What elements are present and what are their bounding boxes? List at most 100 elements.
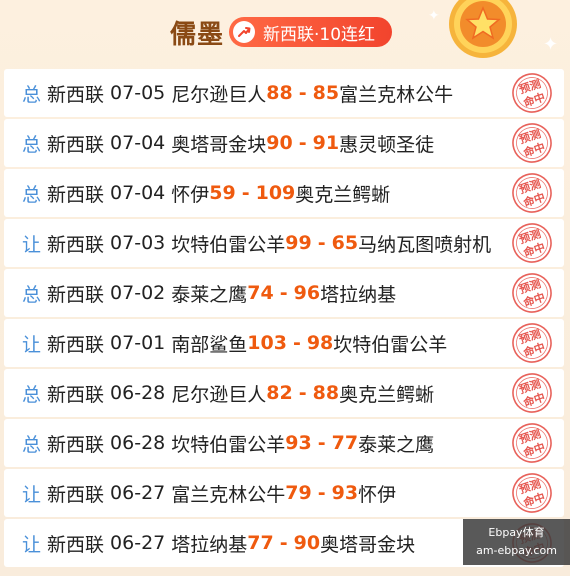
home-score: 82: [266, 382, 293, 404]
away-score: 93: [331, 482, 359, 504]
bet-type-tag: 总: [22, 383, 42, 406]
match-date: 07-04: [110, 132, 166, 154]
record-row[interactable]: 总新西联 06-28 坎特伯雷公羊 93-77 泰莱之鹰 预测 命中: [4, 419, 564, 467]
league-name: 新西联: [47, 333, 105, 356]
match-date: 07-04: [110, 182, 166, 204]
home-team: 尼尔逊巨人: [171, 383, 267, 406]
watermark-line1: Ebpay体育: [488, 526, 545, 539]
away-team: 惠灵顿圣徒: [339, 133, 435, 156]
record-row[interactable]: 总新西联 07-02 泰莱之鹰 74-96 塔拉纳基 预测 命中: [4, 269, 564, 317]
record-row[interactable]: 总新西联 07-04 怀伊 59-109 奥克兰鳄蜥 预测 命中: [4, 169, 564, 217]
home-score: 79: [285, 482, 312, 504]
record-text: 让新西联 07-01 南部鲨鱼 103-98 坎特伯雷公羊: [4, 330, 447, 357]
record-row[interactable]: 总新西联 07-05 尼尔逊巨人 88-85 富兰克林公牛 预测 命中: [4, 69, 564, 117]
score-separator: -: [298, 132, 307, 154]
score-separator: -: [317, 232, 326, 254]
sparkle-icon: ✦: [543, 34, 559, 55]
away-team: 马纳瓦图喷射机: [358, 233, 492, 256]
record-text: 让新西联 07-03 坎特伯雷公羊 99-65 马纳瓦图喷射机: [4, 230, 491, 257]
trending-up-icon: [233, 21, 255, 43]
bet-type-tag: 总: [22, 183, 42, 206]
away-score: 65: [331, 232, 359, 254]
league-name: 新西联: [47, 133, 105, 156]
bet-type-tag: 总: [22, 83, 42, 106]
score-separator: -: [298, 382, 307, 404]
home-team: 坎特伯雷公羊: [171, 233, 286, 256]
hit-stamp-icon: 预测命中: [512, 423, 552, 463]
streak-badge[interactable]: 新西联·10连红: [229, 17, 392, 47]
watermark: Ebpay体育 am-ebpay.com: [463, 519, 570, 565]
record-text: 总新西联 06-28 尼尔逊巨人 82-88 奥克兰鳄蜥: [4, 380, 434, 407]
league-name: 新西联: [47, 183, 105, 206]
away-team: 富兰克林公牛: [339, 83, 454, 106]
home-score: 99: [285, 232, 312, 254]
away-score: 85: [312, 82, 340, 104]
record-text: 总新西联 07-02 泰莱之鹰 74-96 塔拉纳基: [4, 280, 396, 307]
away-team: 奥塔哥金块: [320, 533, 416, 556]
bet-type-tag: 总: [22, 133, 42, 156]
watermark-line2: am-ebpay.com: [476, 544, 557, 557]
score-separator: -: [298, 82, 307, 104]
hit-stamp-icon: 预测命中: [512, 323, 552, 363]
bet-type-tag: 让: [22, 533, 42, 556]
league-name: 新西联: [47, 383, 105, 406]
away-score: 77: [331, 432, 359, 454]
record-text: 总新西联 07-04 怀伊 59-109 奥克兰鳄蜥: [4, 180, 390, 207]
away-score: 96: [293, 282, 321, 304]
header: 儒墨 新西联·10连红 ✦ ✦: [0, 0, 570, 66]
away-team: 奥克兰鳄蜥: [295, 183, 391, 206]
home-team: 富兰克林公牛: [171, 483, 286, 506]
record-text: 总新西联 07-04 奥塔哥金块 90-91 惠灵顿圣徒: [4, 130, 434, 157]
home-score: 88: [266, 82, 293, 104]
record-row[interactable]: 让新西联 07-01 南部鲨鱼 103-98 坎特伯雷公羊 预测 命中: [4, 319, 564, 367]
away-score: 91: [312, 132, 340, 154]
home-team: 怀伊: [171, 183, 210, 206]
home-team: 奥塔哥金块: [171, 133, 267, 156]
home-score: 90: [266, 132, 293, 154]
bet-type-tag: 总: [22, 433, 42, 456]
record-row[interactable]: 总新西联 07-04 奥塔哥金块 90-91 惠灵顿圣徒 预测 命中: [4, 119, 564, 167]
record-row[interactable]: 让新西联 07-03 坎特伯雷公羊 99-65 马纳瓦图喷射机 预测 命中: [4, 219, 564, 267]
home-score: 103: [247, 332, 287, 354]
away-score: 90: [293, 532, 321, 554]
score-separator: -: [317, 482, 326, 504]
bet-type-tag: 让: [22, 333, 42, 356]
match-date: 07-02: [110, 282, 166, 304]
record-text: 让新西联 06-27 塔拉纳基 77-90 奥塔哥金块: [4, 530, 415, 557]
record-row[interactable]: 总新西联 06-28 尼尔逊巨人 82-88 奥克兰鳄蜥 预测 命中: [4, 369, 564, 417]
hit-stamp-icon: 预测命中: [512, 123, 552, 163]
bet-type-tag: 让: [22, 233, 42, 256]
score-separator: -: [241, 182, 250, 204]
league-name: 新西联: [47, 533, 105, 556]
record-row[interactable]: 让新西联 06-27 富兰克林公牛 79-93 怀伊 预测 命中: [4, 469, 564, 517]
hit-stamp-icon: 预测命中: [512, 223, 552, 263]
away-team: 奥克兰鳄蜥: [339, 383, 435, 406]
record-text: 让新西联 06-27 富兰克林公牛 79-93 怀伊: [4, 480, 396, 507]
hit-stamp-icon: 预测命中: [512, 373, 552, 413]
record-text: 总新西联 07-05 尼尔逊巨人 88-85 富兰克林公牛: [4, 80, 453, 107]
match-date: 07-05: [110, 82, 166, 104]
league-name: 新西联: [47, 433, 105, 456]
home-score: 77: [247, 532, 274, 554]
home-score: 93: [285, 432, 312, 454]
away-team: 坎特伯雷公羊: [333, 333, 448, 356]
score-separator: -: [317, 432, 326, 454]
league-name: 新西联: [47, 283, 105, 306]
hit-stamp-icon: 预测命中: [512, 473, 552, 513]
streak-label: 新西联·10连红: [263, 24, 376, 45]
league-name: 新西联: [47, 83, 105, 106]
home-team: 南部鲨鱼: [171, 333, 248, 356]
expert-name: 儒墨: [170, 20, 225, 50]
away-team: 泰莱之鹰: [358, 433, 435, 456]
away-score: 98: [306, 332, 334, 354]
hit-stamp-icon: 预测命中: [512, 73, 552, 113]
home-team: 泰莱之鹰: [171, 283, 248, 306]
bet-type-tag: 让: [22, 483, 42, 506]
hit-stamp-icon: 预测命中: [512, 273, 552, 313]
match-date: 07-01: [110, 332, 166, 354]
bet-type-tag: 总: [22, 283, 42, 306]
home-team: 坎特伯雷公羊: [171, 433, 286, 456]
match-date: 07-03: [110, 232, 166, 254]
match-date: 06-27: [110, 532, 166, 554]
away-team: 怀伊: [358, 483, 397, 506]
